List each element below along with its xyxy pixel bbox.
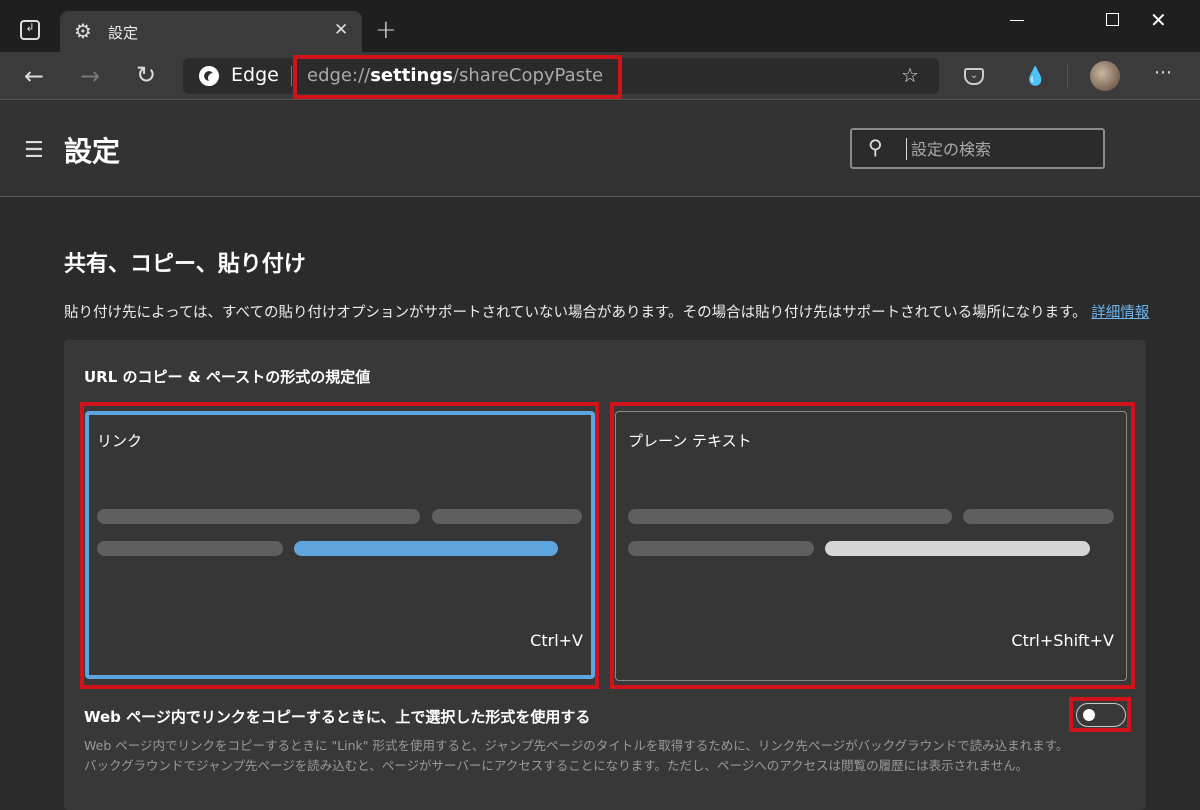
drop-extension-icon[interactable]: 💧: [1024, 66, 1046, 87]
setting-title: Web ページ内でリンクをコピーするときに、上で選択した形式を使用する: [84, 708, 591, 726]
pocket-icon[interactable]: ⌄: [964, 68, 984, 85]
forward-icon[interactable]: →: [80, 64, 100, 88]
edge-logo-icon: [199, 66, 219, 86]
page-title: 設定: [64, 135, 121, 168]
divider: [291, 66, 292, 86]
section-title: 共有、コピー、貼り付け: [64, 252, 306, 277]
highlight-box-link: [80, 402, 599, 689]
tab-settings[interactable]: ⚙ 設定 ✕: [60, 11, 362, 52]
back-icon[interactable]: ←: [24, 64, 44, 88]
description-text: 貼り付け先によっては、すべての貼り付けオプションがサポートされていない場合があり…: [64, 305, 1087, 321]
highlight-box-url: [293, 55, 622, 99]
search-input[interactable]: [906, 138, 1096, 160]
favorite-add-icon[interactable]: ☆: [901, 65, 919, 85]
maximize-icon[interactable]: [1106, 13, 1119, 26]
divider: [1067, 64, 1068, 88]
search-icon: ⚲: [868, 135, 883, 159]
setting-description: Web ページ内でリンクをコピーするときに "Link" 形式を使用すると、ジャ…: [84, 738, 1069, 773]
more-icon[interactable]: ⋯: [1154, 64, 1172, 82]
close-icon[interactable]: ✕: [334, 22, 348, 39]
highlight-box-plain-text: [610, 402, 1135, 689]
window-close-icon[interactable]: ✕: [1150, 10, 1167, 30]
settings-search[interactable]: ⚲: [850, 128, 1105, 169]
minimize-icon[interactable]: [1010, 20, 1024, 21]
site-label: Edge: [231, 64, 279, 86]
menu-icon[interactable]: ☰: [24, 138, 44, 163]
gear-icon: ⚙: [74, 19, 92, 43]
refresh-icon[interactable]: ↻: [136, 63, 156, 87]
new-tab-icon[interactable]: +: [375, 17, 397, 43]
section-description: 貼り付け先によっては、すべての貼り付けオプションがサポートされていない場合があり…: [64, 301, 1174, 322]
learn-more-link[interactable]: 詳細情報: [1091, 305, 1149, 321]
card-title: URL のコピー & ペーストの形式の規定値: [84, 368, 371, 386]
highlight-box-toggle: [1069, 697, 1131, 732]
tab-actions-icon[interactable]: ↲: [20, 20, 40, 40]
avatar[interactable]: [1090, 61, 1120, 91]
tab-title: 設定: [108, 24, 139, 42]
